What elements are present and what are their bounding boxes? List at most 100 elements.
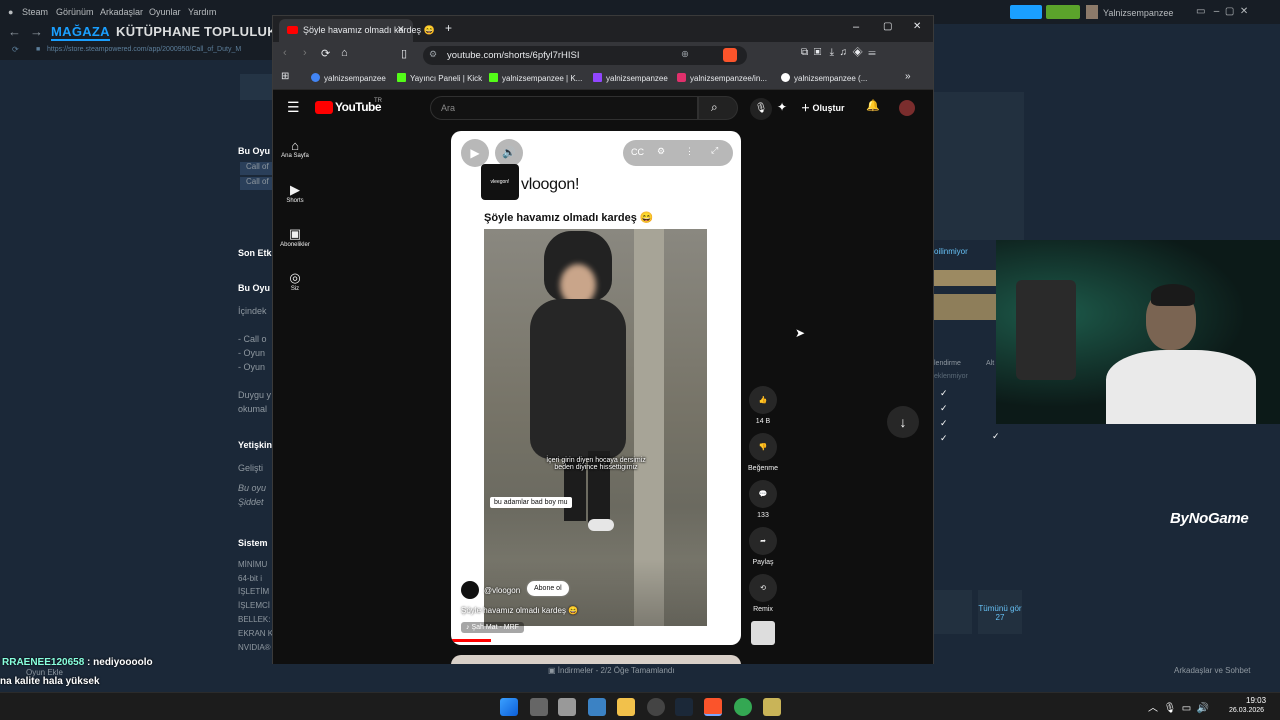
mic-icon[interactable]: 🎙 bbox=[750, 98, 772, 120]
forward-icon[interactable]: › bbox=[303, 47, 307, 59]
arrow-down-icon[interactable]: ↓ bbox=[887, 406, 919, 438]
short-description[interactable]: Şöyle havamız olmadı kardeş 😄 bbox=[461, 606, 578, 615]
nav-library[interactable]: KÜTÜPHANE bbox=[116, 24, 200, 39]
menu-friends[interactable]: Arkadaşlar bbox=[100, 7, 143, 17]
friends-chat-button[interactable]: Arkadaşlar ve Sohbet bbox=[1174, 666, 1251, 675]
play-icon[interactable]: ▶ bbox=[461, 139, 489, 167]
search-input[interactable]: Ara bbox=[430, 96, 698, 120]
maximize-icon[interactable]: ▢ bbox=[883, 21, 892, 32]
text-snippet: Sistem bbox=[238, 538, 268, 548]
subscribe-button[interactable]: Abone ol bbox=[527, 581, 569, 596]
brave-shield-icon[interactable] bbox=[723, 48, 737, 62]
text-snippet[interactable]: Call of bbox=[240, 162, 272, 175]
forward-icon[interactable]: → bbox=[30, 24, 43, 39]
sidebar-item-you[interactable]: ◎ Siz bbox=[273, 270, 317, 292]
start-icon[interactable] bbox=[500, 698, 518, 716]
search-button[interactable]: ⌕ bbox=[698, 96, 738, 120]
create-button[interactable]: ＋ Oluştur bbox=[801, 101, 845, 114]
more-icon[interactable]: ⋮ bbox=[685, 146, 694, 157]
settings-icon[interactable]: ⚙ bbox=[657, 146, 665, 157]
text-snippet[interactable]: Call of bbox=[240, 177, 272, 190]
notification-button[interactable] bbox=[1046, 5, 1080, 19]
refresh-icon[interactable]: ⟳ bbox=[12, 45, 19, 54]
app-icon[interactable] bbox=[647, 698, 665, 716]
address-bar[interactable]: ⚙ youtube.com/shorts/6pfyl7rHISI ⊕ bbox=[423, 46, 747, 65]
video-caption: İçeri girin diyen hocaya dersimiz beden … bbox=[546, 457, 646, 471]
remix-button[interactable]: ⟲ Remix bbox=[747, 574, 779, 613]
app-icon[interactable] bbox=[763, 698, 781, 716]
comments-button[interactable]: 💬 133 bbox=[747, 480, 779, 519]
bookmark-item[interactable]: yalnizsempanzee | K... bbox=[489, 73, 582, 83]
bookmark-favicon-icon bbox=[593, 73, 602, 82]
home-icon[interactable]: ⌂ bbox=[341, 47, 348, 59]
bell-icon[interactable]: 🔔 bbox=[866, 99, 880, 112]
new-tab-icon[interactable]: + bbox=[445, 21, 452, 35]
bookmark-icon[interactable]: ▯ bbox=[401, 47, 407, 60]
sub-label: eklenmiyor bbox=[934, 373, 968, 380]
dislike-button[interactable]: 👎 Beğenme bbox=[747, 433, 779, 472]
taskview-icon[interactable] bbox=[530, 698, 548, 716]
short-player[interactable]: ▶ 🔊 CC ⚙ ⋮ ⤢ vleegon! vloogon! Şöyle hav… bbox=[451, 131, 741, 645]
bookmark-item[interactable]: yalnizsempanzee/in... bbox=[677, 73, 767, 83]
like-button[interactable]: 👍 14 B bbox=[747, 386, 779, 425]
menu-steam[interactable]: Steam bbox=[22, 7, 48, 17]
minimize-icon[interactable]: – bbox=[853, 21, 859, 33]
broadcast-button[interactable] bbox=[1010, 5, 1042, 19]
brave-icon[interactable] bbox=[704, 698, 722, 716]
nav-community[interactable]: TOPLULUK bbox=[204, 24, 277, 39]
fullscreen-icon[interactable]: ⤢ bbox=[711, 145, 718, 156]
minimize-icon[interactable]: ▭ – ▢ ✕ bbox=[1196, 6, 1248, 17]
sidebar-item-subscriptions[interactable]: ▣ Abonelikler bbox=[273, 226, 317, 248]
close-window-icon[interactable]: ✕ bbox=[913, 21, 921, 32]
clock-date[interactable]: 26.03.2026 bbox=[1229, 707, 1264, 714]
close-tab-icon[interactable]: ✕ bbox=[397, 24, 405, 35]
menu-view[interactable]: Görünüm bbox=[56, 7, 94, 17]
back-icon[interactable]: ← bbox=[8, 24, 21, 39]
music-link[interactable]: ♪ Şah Mat - MRF bbox=[461, 622, 524, 633]
volume-icon[interactable]: 🔊 bbox=[495, 139, 523, 167]
youtube-page: ☰ YouTube TR Ara ⌕ 🎙 ✦ ＋ Oluştur 🔔 ⌂ Ana … bbox=[273, 90, 933, 664]
app-icon[interactable] bbox=[588, 698, 606, 716]
next-short-preview[interactable] bbox=[451, 655, 741, 664]
progress-bar[interactable] bbox=[451, 639, 491, 642]
thumbs-down-icon: 👎 bbox=[749, 433, 777, 461]
menu-icon[interactable]: ☰ bbox=[287, 99, 300, 116]
sound-thumbnail[interactable] bbox=[751, 621, 775, 645]
site-info-icon[interactable]: ⚙ bbox=[429, 49, 437, 60]
cc-icon[interactable]: CC bbox=[631, 147, 644, 157]
share-button[interactable]: ➦ Paylaş bbox=[747, 527, 779, 566]
avatar[interactable] bbox=[899, 100, 915, 116]
bookmark-item[interactable]: yalnizsempanzee bbox=[593, 73, 668, 83]
avatar[interactable] bbox=[1086, 5, 1098, 19]
steam-icon[interactable] bbox=[675, 698, 693, 716]
video-sticker: bu adamlar bad boy mu bbox=[490, 497, 572, 508]
sidebar-item-shorts[interactable]: ▶ Shorts bbox=[273, 182, 317, 204]
video-frame[interactable]: İçeri girin diyen hocaya dersimiz beden … bbox=[484, 229, 707, 626]
channel-avatar[interactable] bbox=[461, 581, 479, 599]
nav-store[interactable]: MAĞAZA bbox=[51, 24, 110, 41]
folder-icon[interactable] bbox=[617, 698, 635, 716]
username[interactable]: Yalnizsempanzee bbox=[1103, 8, 1173, 18]
bookmark-item[interactable]: Yayıncı Paneli | Kick bbox=[397, 73, 482, 83]
gemini-icon[interactable]: ✦ bbox=[777, 100, 787, 114]
youtube-logo-icon[interactable] bbox=[315, 101, 333, 114]
menu-games[interactable]: Oyunlar bbox=[149, 7, 181, 17]
reload-icon[interactable]: ⟳ bbox=[321, 47, 330, 60]
bookmark-item[interactable]: yalnizsempanzee (... bbox=[781, 73, 867, 83]
extensions-icon[interactable]: ⧉ ▣ ⤓ ♫ ◈ ☰ bbox=[801, 47, 876, 58]
menu-help[interactable]: Yardım bbox=[188, 7, 216, 17]
back-icon[interactable]: ‹ bbox=[283, 47, 287, 59]
browser-tab[interactable]: Şöyle havamız olmadı kardeş 😄 ✕ bbox=[279, 19, 435, 42]
clock-time[interactable]: 19:03 bbox=[1246, 696, 1266, 705]
sidebar-item-home[interactable]: ⌂ Ana Sayfa bbox=[273, 138, 317, 159]
bookmark-item[interactable]: yalnizsempanzee bbox=[311, 73, 386, 83]
view-all-button[interactable]: Tümünü gör 27 bbox=[978, 590, 1022, 634]
channel-name[interactable]: @vloogon bbox=[484, 586, 520, 595]
apps-icon[interactable]: ⊞ bbox=[281, 71, 289, 82]
more-bookmarks-icon[interactable]: » bbox=[905, 71, 911, 82]
zoom-icon[interactable]: ⊕ bbox=[681, 49, 689, 60]
downloads-status[interactable]: ▣ İndirmeler - 2/2 Öğe Tamamlandı bbox=[548, 666, 675, 675]
tray-icons[interactable]: ︿ 🎙 ▭ 🔊 bbox=[1148, 699, 1209, 714]
app-icon[interactable] bbox=[558, 698, 576, 716]
chrome-icon[interactable] bbox=[734, 698, 752, 716]
